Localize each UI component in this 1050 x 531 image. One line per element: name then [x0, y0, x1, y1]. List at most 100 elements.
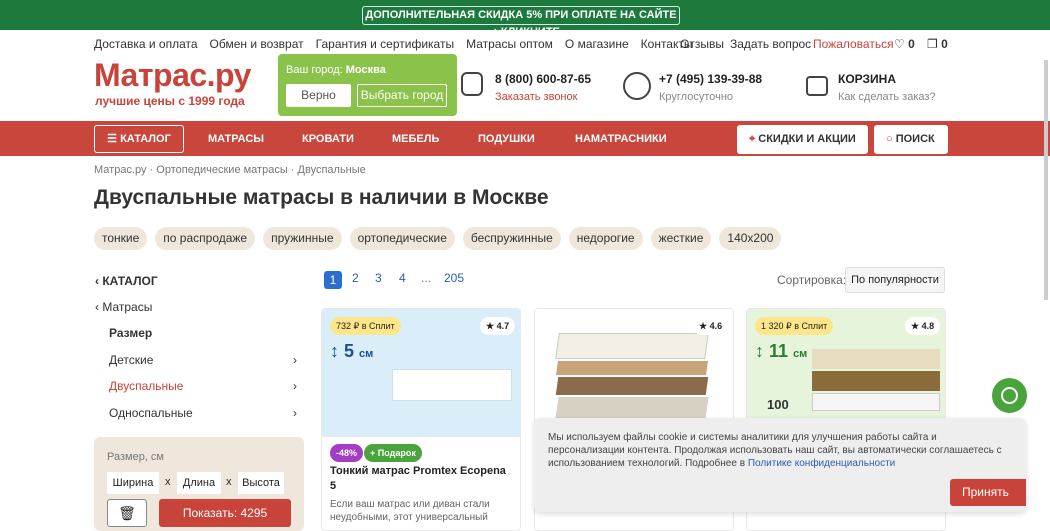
page-last[interactable]: 205 — [444, 271, 464, 285]
page-ellipsis: ... — [421, 271, 432, 285]
tag-140x200[interactable]: 140х200 — [719, 227, 782, 250]
menu-icon: ☰ — [107, 133, 118, 145]
user-icon — [623, 72, 651, 100]
phone-icon — [461, 72, 483, 96]
rating-badge: ★ 4.8 — [905, 317, 941, 335]
page-2[interactable]: 2 — [352, 271, 359, 285]
tag-thin[interactable]: тонкие — [94, 227, 148, 250]
sidebar-catalog[interactable]: ‹ КАТАЛОГ — [95, 274, 158, 288]
menu-pillows[interactable]: ПОДУШКИ — [478, 133, 535, 145]
sort-label: Сортировка: — [777, 273, 847, 287]
menu-toppers[interactable]: НАМАТРАСНИКИ — [575, 133, 667, 145]
mattress-picture — [392, 369, 512, 401]
arrows-icon: ↕ — [330, 341, 339, 361]
length-input[interactable]: Длина — [177, 472, 221, 494]
breadcrumb: Матрас.ру · Ортопедические матрасы · Дву… — [94, 164, 366, 176]
cart-label: КОРЗИНА — [838, 72, 896, 86]
nav-return[interactable]: Обмен и возврат — [210, 37, 304, 51]
callback-link[interactable]: Заказать звонок — [495, 91, 591, 103]
product-desc: Если ваш матрас или диван стали неудобны… — [330, 499, 490, 523]
size-filter: Размер, см Ширина х Длина х Высота 🗑 Пок… — [94, 437, 304, 531]
complain-link[interactable]: Пожаловаться — [813, 37, 894, 51]
reviews-link[interactable]: Отзывы — [680, 37, 724, 51]
slogan: лучшие цены с 1999 года — [95, 94, 245, 108]
search-icon: ○ — [886, 133, 893, 145]
tag-ortho[interactable]: ортопедические — [349, 227, 455, 250]
arrows-icon: ↕ — [755, 341, 764, 361]
support-chat-button[interactable] — [992, 378, 1027, 413]
nav-delivery[interactable]: Доставка и оплата — [94, 37, 198, 51]
menu-furniture[interactable]: МЕБЕЛЬ — [392, 133, 439, 145]
height-label: ↕ 5 см — [330, 341, 374, 361]
tag-spring[interactable]: пружинные — [263, 227, 342, 250]
tag-hard[interactable]: жесткие — [650, 227, 712, 250]
rating-badge: ★ 4.6 — [693, 317, 729, 335]
favorites-button[interactable]: ♡ 0 — [894, 37, 915, 51]
accept-cookie-button[interactable]: Принять — [950, 479, 1026, 506]
confirm-city-button[interactable]: Верно — [286, 84, 351, 107]
promo-banner[interactable]: ДОПОЛНИТЕЛЬНАЯ СКИДКА 5% ПРИ ОПЛАТЕ НА С… — [362, 6, 680, 38]
tag-icon: ⌖ — [749, 133, 756, 145]
chevron-right-icon: › — [293, 353, 297, 367]
page-3[interactable]: 3 — [375, 271, 382, 285]
trash-icon[interactable]: 🗑 — [107, 499, 147, 527]
phone2-block: +7 (495) 139-39-88 Круглосуточно — [659, 72, 763, 103]
catalog-button[interactable]: ☰ КАТАЛОГ — [94, 125, 184, 153]
nav-wholesale[interactable]: Матрасы оптом — [466, 37, 553, 51]
page-1[interactable]: 1 — [324, 271, 342, 289]
sidebar-mattresses[interactable]: ‹ Матрасы — [95, 300, 152, 314]
sidebar-size: Размер — [109, 326, 153, 340]
heart-icon: ♡ — [894, 37, 905, 51]
tag-springless[interactable]: беспружинные — [462, 227, 561, 250]
chevron-right-icon: › — [293, 379, 297, 393]
sort-select[interactable]: По популярности — [845, 267, 945, 293]
weight-label: 100 — [767, 397, 789, 412]
height-input[interactable]: Высота — [238, 472, 284, 494]
sales-button[interactable]: ⌖ СКИДКИ И АКЦИИ — [737, 125, 868, 154]
crumb-ortho[interactable]: Ортопедические матрасы — [156, 164, 287, 176]
choose-city-button[interactable]: Выбрать город — [357, 84, 447, 107]
chevron-right-icon: › — [293, 406, 297, 420]
crumb-home[interactable]: Матрас.ру — [94, 164, 147, 176]
phone-number: 8 (800) 600-87-65 — [495, 72, 592, 86]
product-name[interactable]: Тонкий матрас Promtex Ecopena 5 — [330, 464, 515, 494]
nav-warranty[interactable]: Гарантия и сертификаты — [316, 37, 454, 51]
crumb-current: Двуспальные — [297, 164, 366, 176]
compare-button[interactable]: ❐ 0 — [927, 37, 948, 51]
product-card[interactable]: 732 ₽ в Сплит ★ 4.7 ↕ 5 см -48% + Подаро… — [321, 308, 521, 531]
sidebar-item-single[interactable]: Односпальные — [109, 406, 193, 420]
tag-list: тонкие по распродаже пружинные ортопедич… — [94, 227, 782, 250]
page-4[interactable]: 4 — [399, 271, 406, 285]
nav-about[interactable]: О магазине — [565, 37, 629, 51]
sidebar-item-double[interactable]: Двуспальные — [109, 379, 183, 393]
logo[interactable]: Матрас.ру — [94, 57, 251, 94]
city-name: Москва — [345, 64, 386, 76]
menu-beds[interactable]: КРОВАТИ — [302, 133, 354, 145]
cart-icon[interactable] — [806, 76, 828, 96]
width-input[interactable]: Ширина — [107, 472, 159, 494]
show-results-button[interactable]: Показать: 4295 — [159, 499, 291, 527]
tag-cheap[interactable]: недорогие — [568, 227, 643, 250]
city-popup: Ваш город: Москва Верно Выбрать город — [278, 54, 457, 116]
how-to-order-link: Как сделать заказ? — [838, 91, 936, 103]
gift-badge: + Подарок — [364, 444, 422, 462]
privacy-link[interactable]: Политике конфиденциальности — [748, 458, 895, 469]
split-badge: 1 320 ₽ в Сплит — [755, 317, 834, 335]
phone2-number: +7 (495) 139-39-88 — [659, 72, 763, 86]
page-title: Двуспальные матрасы в наличии в Москве — [94, 186, 549, 209]
ask-link[interactable]: Задать вопрос — [730, 37, 811, 51]
split-badge: 732 ₽ в Сплит — [330, 317, 401, 335]
headset-icon — [1001, 387, 1018, 404]
height-label: ↕ 11 см — [755, 341, 808, 361]
cart-block[interactable]: КОРЗИНА Как сделать заказ? — [838, 72, 936, 103]
menu-mattresses[interactable]: МАТРАСЫ — [208, 133, 264, 145]
compare-icon: ❐ — [927, 37, 938, 51]
tag-sale[interactable]: по распродаже — [155, 227, 256, 250]
scrollbar[interactable] — [1044, 60, 1048, 300]
sidebar-item-kids[interactable]: Детские — [109, 353, 153, 367]
rating-badge: ★ 4.7 — [480, 317, 516, 335]
search-button[interactable]: ○ ПОИСК — [874, 125, 948, 154]
top-nav: Доставка и оплата Обмен и возврат Гарантия… — [94, 37, 705, 51]
discount-badge: -48% — [330, 444, 364, 462]
phone-block: 8 (800) 600-87-65 Заказать звонок — [495, 72, 591, 103]
